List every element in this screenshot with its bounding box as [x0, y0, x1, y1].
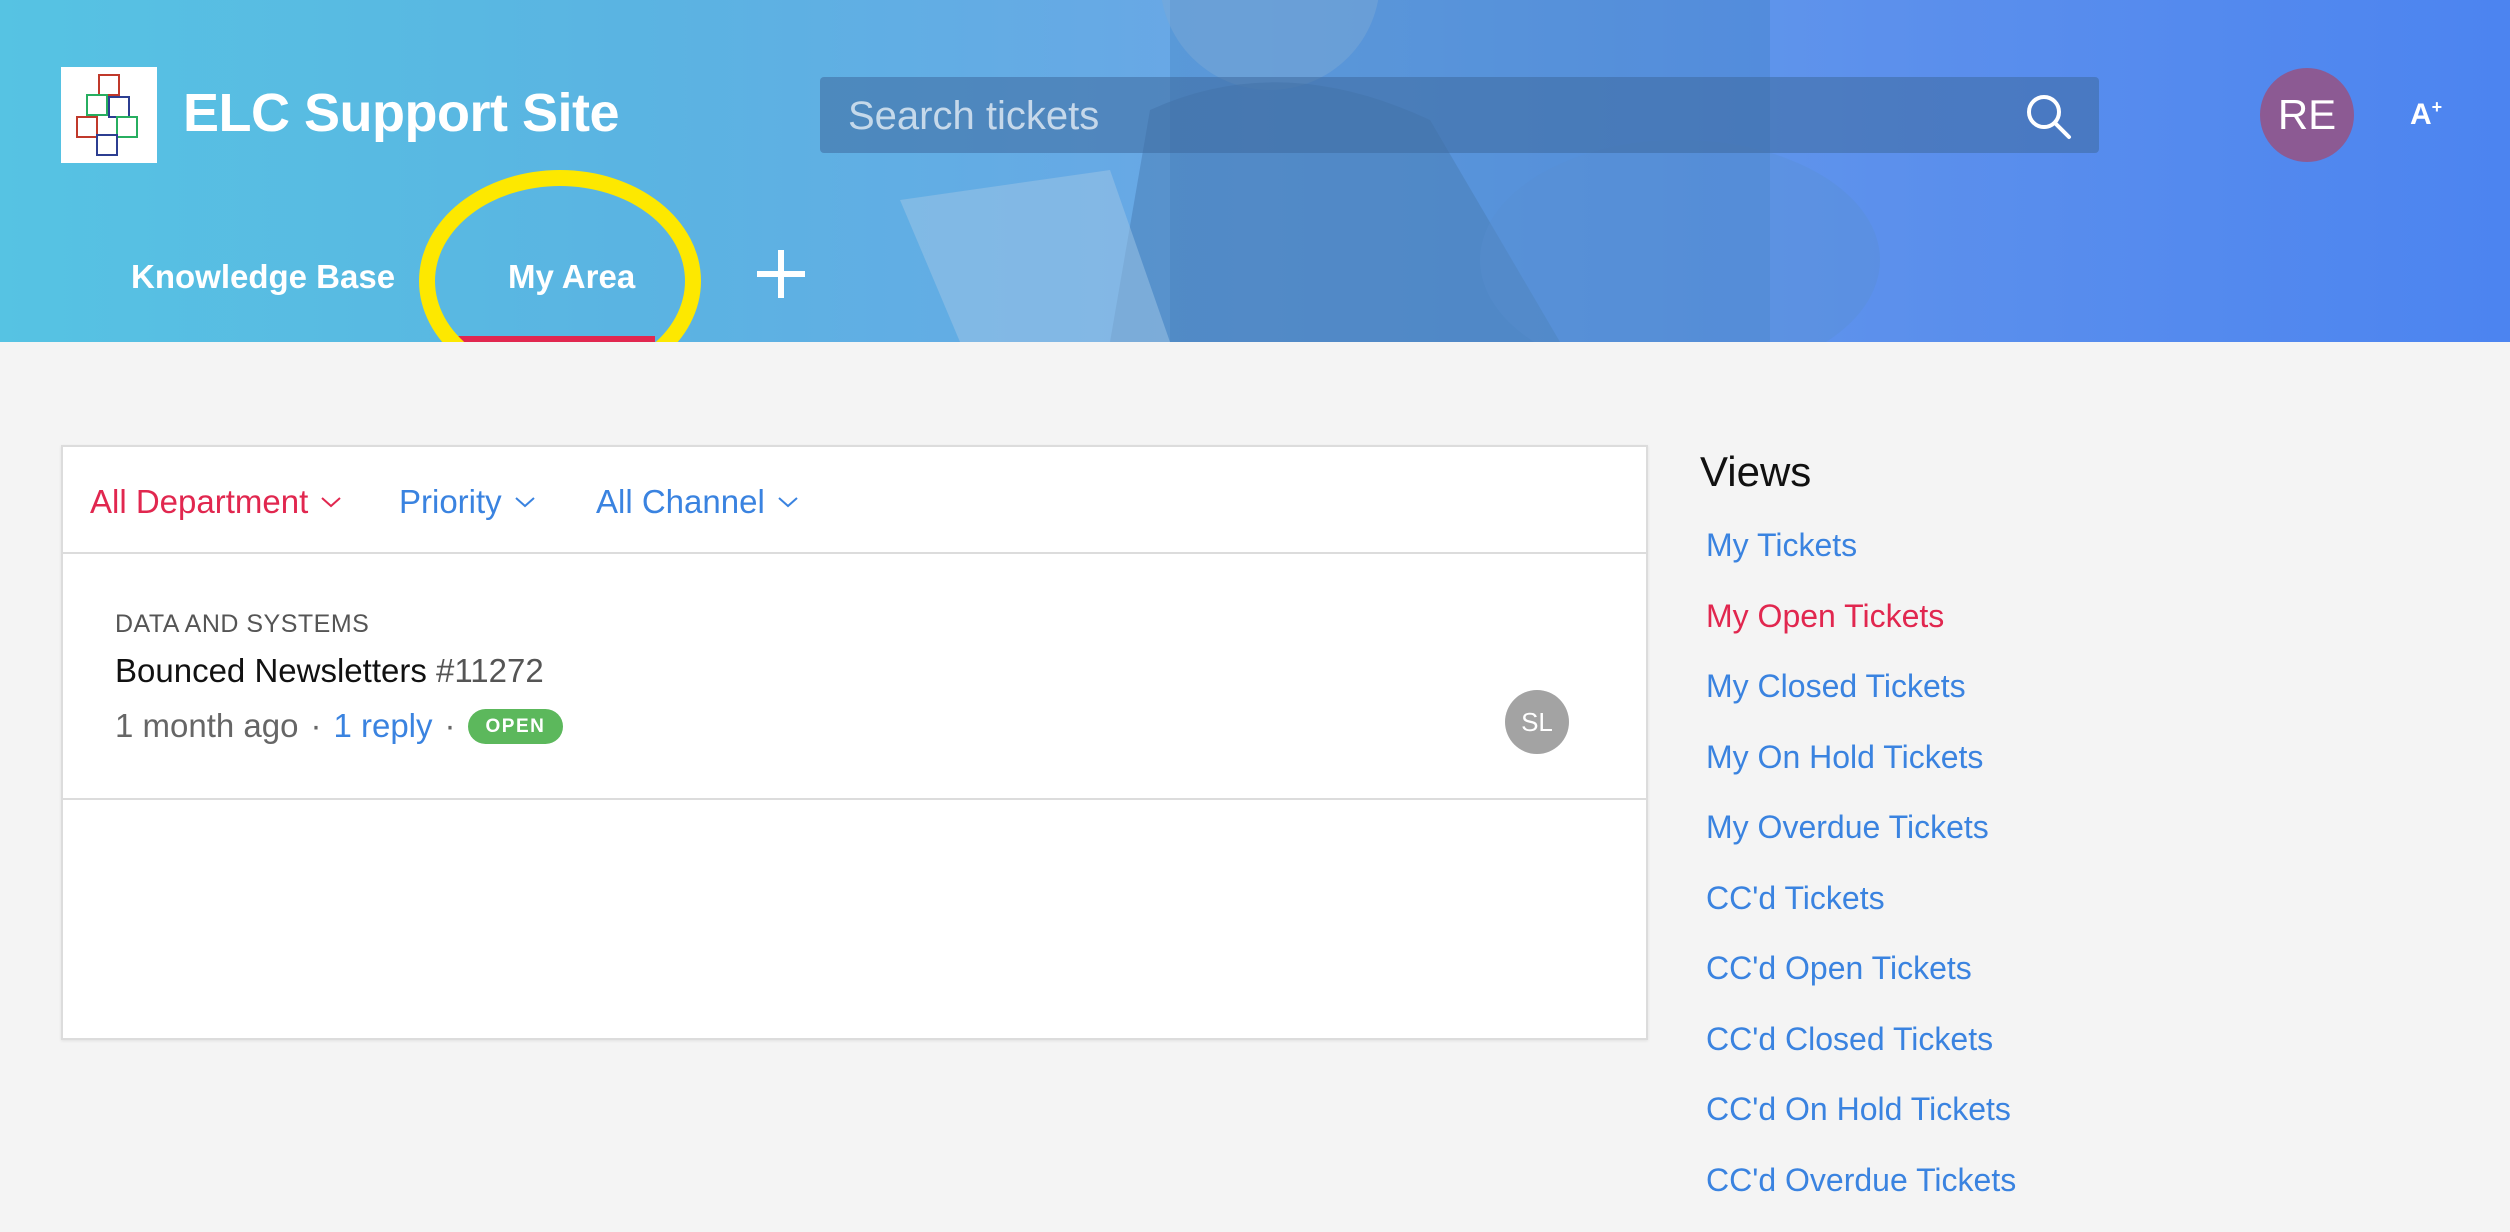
user-avatar[interactable]: RE — [2260, 68, 2354, 162]
filter-priority[interactable]: Priority — [399, 483, 536, 521]
view-my-on-hold-tickets[interactable]: My On Hold Tickets — [1706, 739, 2016, 810]
view-ccd-open-tickets[interactable]: CC'd Open Tickets — [1706, 950, 2016, 1021]
ticket-age: 1 month ago — [115, 707, 298, 745]
view-ccd-tickets[interactable]: CC'd Tickets — [1706, 880, 2016, 951]
filter-department-label: All Department — [90, 483, 308, 521]
filter-channel-label: All Channel — [596, 483, 765, 521]
view-my-closed-tickets[interactable]: My Closed Tickets — [1706, 668, 2016, 739]
filter-department[interactable]: All Department — [90, 483, 342, 521]
ticket-number: #11272 — [436, 652, 544, 689]
assignee-avatar[interactable]: SL — [1505, 690, 1569, 754]
ticket-list-panel: All Department Priority All Channel DATA… — [61, 445, 1648, 1040]
tab-knowledge-base[interactable]: Knowledge Base — [131, 258, 395, 296]
view-my-overdue-tickets[interactable]: My Overdue Tickets — [1706, 809, 2016, 880]
accessibility-text-size-icon[interactable]: A+ — [2410, 97, 2442, 132]
search-input[interactable] — [846, 87, 2030, 145]
view-ccd-overdue-tickets[interactable]: CC'd Overdue Tickets — [1706, 1162, 2016, 1232]
accessibility-label: A — [2410, 98, 2432, 131]
search-box[interactable] — [820, 77, 2099, 153]
views-list: My Tickets My Open Tickets My Closed Tic… — [1706, 527, 2016, 1232]
site-header: ELC Support Site RE A+ Knowledge Base My… — [0, 0, 2510, 342]
site-title[interactable]: ELC Support Site — [183, 82, 619, 144]
plus-icon[interactable] — [755, 248, 807, 300]
meta-separator: · — [310, 707, 321, 745]
filter-channel[interactable]: All Channel — [596, 483, 799, 521]
filter-priority-label: Priority — [399, 483, 502, 521]
chevron-down-icon — [514, 495, 536, 509]
ticket-subject[interactable]: Bounced Newsletters — [115, 652, 427, 689]
search-icon[interactable] — [2023, 91, 2073, 141]
ticket-department: DATA AND SYSTEMS — [115, 610, 369, 639]
view-my-open-tickets[interactable]: My Open Tickets — [1706, 598, 2016, 669]
filter-bar: All Department Priority All Channel — [63, 447, 1646, 554]
meta-separator: · — [445, 707, 456, 745]
ticket-title-row[interactable]: Bounced Newsletters #11272 — [115, 652, 544, 690]
ticket-replies-link[interactable]: 1 reply — [333, 707, 432, 745]
ticket-meta: 1 month ago · 1 reply · OPEN — [115, 707, 563, 745]
blocks-logo-icon — [61, 67, 157, 163]
chevron-down-icon — [320, 495, 342, 509]
chevron-down-icon — [777, 495, 799, 509]
view-ccd-closed-tickets[interactable]: CC'd Closed Tickets — [1706, 1021, 2016, 1092]
view-ccd-on-hold-tickets[interactable]: CC'd On Hold Tickets — [1706, 1091, 2016, 1162]
site-logo[interactable] — [61, 67, 157, 163]
status-badge: OPEN — [468, 709, 564, 744]
ticket-row[interactable]: DATA AND SYSTEMS Bounced Newsletters #11… — [63, 552, 1646, 800]
view-my-tickets[interactable]: My Tickets — [1706, 527, 2016, 598]
views-heading: Views — [1700, 448, 1811, 496]
